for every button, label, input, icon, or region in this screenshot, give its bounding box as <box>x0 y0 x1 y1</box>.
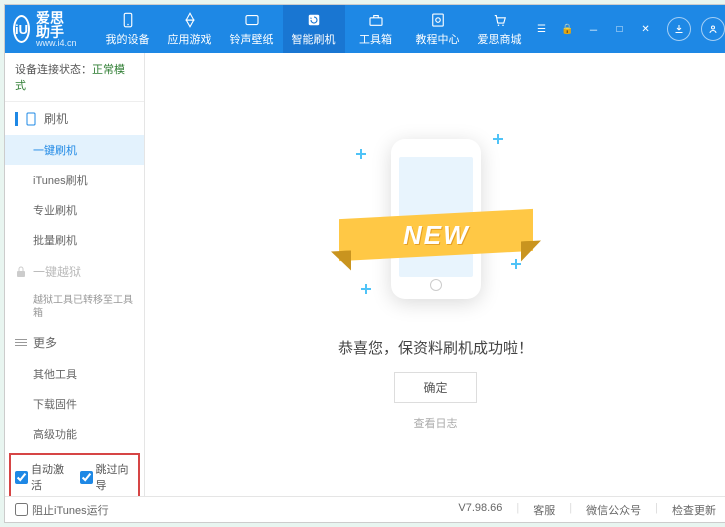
main-content: NEW 恭喜您，保资料刷机成功啦！ 确定 查看日志 <box>145 53 725 496</box>
sidebar-section-flash[interactable]: 刷机 <box>5 102 144 135</box>
download-button[interactable] <box>667 17 691 41</box>
sidebar-item-pro-flash[interactable]: 专业刷机 <box>5 195 144 225</box>
refresh-icon <box>305 11 323 29</box>
titlebar-right: ☰ 🔒 － □ ✕ <box>531 17 725 41</box>
logo-icon: iU <box>13 15 30 43</box>
brand-url: www.i4.cn <box>36 39 77 48</box>
nav-tutorials[interactable]: 教程中心 <box>407 5 469 53</box>
service-link[interactable]: 客服 <box>533 502 555 518</box>
marker-icon <box>15 112 18 126</box>
options-highlight-box: 自动激活 跳过向导 <box>9 453 140 496</box>
brand: 爱思助手 www.i4.cn <box>36 11 77 48</box>
new-ribbon: NEW <box>339 208 533 260</box>
connection-status: 设备连接状态：正常模式 <box>5 53 144 102</box>
jailbreak-note: 越狱工具已转移至工具箱 <box>5 288 144 326</box>
nav-apps-games[interactable]: 应用游戏 <box>159 5 221 53</box>
sidebar-section-jailbreak[interactable]: 一键越狱 <box>5 255 144 288</box>
sidebar-item-download-firmware[interactable]: 下载固件 <box>5 389 144 419</box>
checkbox-skip-guide[interactable]: 跳过向导 <box>80 461 135 493</box>
phone-icon <box>26 112 38 126</box>
nav-toolbox[interactable]: 工具箱 <box>345 5 407 53</box>
minimize-button[interactable]: － <box>583 20 605 38</box>
sparkle-icon <box>493 134 503 144</box>
menu-icon[interactable]: ☰ <box>531 20 553 38</box>
maximize-button[interactable]: □ <box>609 20 631 38</box>
cart-icon <box>491 11 509 29</box>
sidebar-item-other-tools[interactable]: 其他工具 <box>5 359 144 389</box>
body: 设备连接状态：正常模式 刷机 一键刷机 iTunes刷机 专业刷机 批量刷机 一… <box>5 53 725 496</box>
apps-icon <box>181 11 199 29</box>
sidebar: 设备连接状态：正常模式 刷机 一键刷机 iTunes刷机 专业刷机 批量刷机 一… <box>5 53 145 496</box>
sparkle-icon <box>361 284 371 294</box>
phone-icon <box>119 11 137 29</box>
footer: 阻止iTunes运行 V7.98.66| 客服| 微信公众号| 检查更新 <box>5 496 725 522</box>
version-label: V7.98.66 <box>458 502 502 518</box>
success-illustration: NEW <box>351 119 521 319</box>
success-message: 恭喜您，保资料刷机成功啦！ <box>338 337 533 358</box>
checkbox-auto-activate[interactable]: 自动激活 <box>15 461 70 493</box>
titlebar: iU 爱思助手 www.i4.cn 我的设备 应用游戏 铃声壁纸 智能刷机 工具… <box>5 5 725 53</box>
sidebar-item-batch-flash[interactable]: 批量刷机 <box>5 225 144 255</box>
footer-right: V7.98.66| 客服| 微信公众号| 检查更新 <box>458 502 716 518</box>
hamburger-icon <box>15 337 27 348</box>
nav-my-device[interactable]: 我的设备 <box>97 5 159 53</box>
checkbox-block-itunes[interactable]: 阻止iTunes运行 <box>15 502 109 518</box>
sparkle-icon <box>511 259 521 269</box>
folder-icon <box>243 11 261 29</box>
user-button[interactable] <box>701 17 725 41</box>
sparkle-icon <box>356 149 366 159</box>
close-button[interactable]: ✕ <box>635 20 657 38</box>
wechat-link[interactable]: 微信公众号 <box>586 502 641 518</box>
brand-title: 爱思助手 <box>36 11 77 39</box>
update-link[interactable]: 检查更新 <box>672 502 716 518</box>
app-window: iU 爱思助手 www.i4.cn 我的设备 应用游戏 铃声壁纸 智能刷机 工具… <box>4 4 725 523</box>
ok-button[interactable]: 确定 <box>394 372 476 403</box>
nav-smart-flash[interactable]: 智能刷机 <box>283 5 345 53</box>
toolbox-icon <box>367 11 385 29</box>
lock-icon[interactable]: 🔒 <box>557 20 579 38</box>
sidebar-item-oneclick-flash[interactable]: 一键刷机 <box>5 135 144 165</box>
sidebar-item-itunes-flash[interactable]: iTunes刷机 <box>5 165 144 195</box>
sidebar-section-more[interactable]: 更多 <box>5 326 144 359</box>
nav-ringtone[interactable]: 铃声壁纸 <box>221 5 283 53</box>
top-nav: 我的设备 应用游戏 铃声壁纸 智能刷机 工具箱 教程中心 爱思商城 <box>97 5 531 53</box>
sidebar-item-advanced[interactable]: 高级功能 <box>5 419 144 449</box>
lock-icon <box>15 266 27 278</box>
view-log-link[interactable]: 查看日志 <box>414 415 458 431</box>
nav-store[interactable]: 爱思商城 <box>469 5 531 53</box>
book-icon <box>429 11 447 29</box>
